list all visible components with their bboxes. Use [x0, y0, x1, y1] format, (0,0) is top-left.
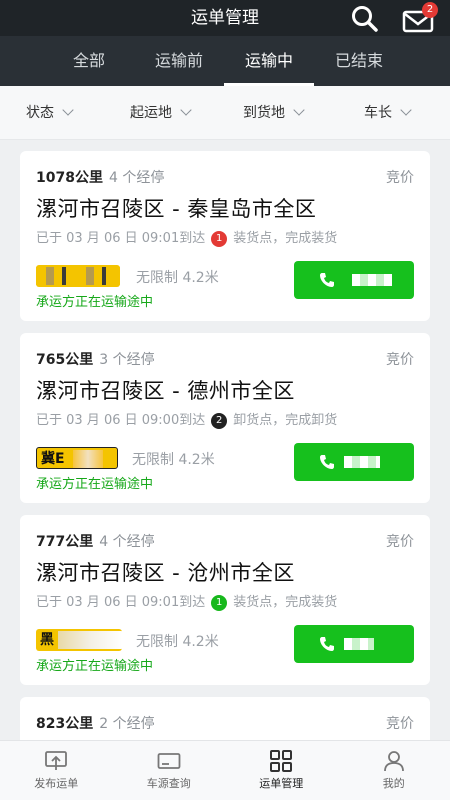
route: 漯河市召陵区 - 秦皇岛市全区	[36, 197, 317, 221]
search-button[interactable]	[350, 4, 380, 32]
distance: 1078公里	[36, 170, 103, 186]
phone-icon	[320, 637, 334, 651]
plate-mask	[58, 631, 122, 649]
status-tabs: 全部 运输前 运输中 已结束	[0, 36, 450, 86]
page-title: 运单管理	[191, 8, 259, 28]
nav-label: 发布运单	[34, 777, 79, 790]
phone-icon	[320, 273, 334, 287]
arrival-status: 已于 03 月 06 日 09:01到达 1 装货点，完成装货	[36, 227, 337, 248]
arrival-time: 已于 03 月 06 日 09:01到达	[36, 595, 206, 610]
order-card[interactable]: 777公里 4 个经停 竞价 漯河市召陵区 - 沧州市全区 已于 03 月 06 …	[20, 515, 430, 685]
distance: 823公里	[36, 716, 94, 732]
bottom-nav: 发布运单 车源查询 运单管理 我的	[0, 740, 450, 800]
order-summary: 1078公里 4 个经停	[36, 167, 164, 187]
bid-label: 竞价	[386, 534, 414, 550]
messages-button[interactable]: 2	[400, 2, 440, 34]
vehicle-info: 无限制 4.2米	[132, 452, 215, 468]
filter-bar: 状态 起运地 到货地 车长	[0, 86, 450, 140]
filter-status[interactable]: 状态	[26, 86, 74, 140]
bid-label: 竞价	[386, 716, 414, 732]
chevron-down-icon	[400, 104, 412, 116]
route: 漯河市召陵区 - 沧州市全区	[36, 561, 295, 585]
order-card[interactable]: 823公里 2 个经停 竞价	[20, 697, 430, 740]
vehicle-info: 无限制 4.2米	[136, 634, 219, 650]
call-carrier-button[interactable]	[294, 625, 414, 663]
filter-label: 车长	[364, 105, 392, 121]
filter-label: 状态	[26, 105, 54, 121]
plate-text: 黑	[40, 632, 54, 648]
license-plate: 冀E 5	[36, 447, 118, 469]
stops-count: 4 个经停	[99, 534, 155, 550]
stops-count: 4 个经停	[108, 170, 165, 186]
point-number-badge: 1	[211, 595, 228, 611]
tab-in-transport[interactable]: 运输中	[224, 36, 314, 86]
phone-icon	[320, 455, 334, 469]
order-card[interactable]: 1078公里 4 个经停 竞价 漯河市召陵区 - 秦皇岛市全区 已于 03 月 0…	[20, 151, 430, 321]
order-card[interactable]: 765公里 3 个经停 竞价 漯河市召陵区 - 德州市全区 已于 03 月 06 …	[20, 333, 430, 503]
app-header: 运单管理 2	[0, 0, 450, 36]
nav-label: 车源查询	[146, 777, 191, 790]
distance: 765公里	[36, 352, 94, 368]
carrier-status: 承运方正在运输途中	[36, 477, 154, 492]
nav-order-management[interactable]: 运单管理	[225, 741, 338, 800]
unread-badge: 2	[422, 2, 438, 18]
filter-label: 到货地	[243, 105, 285, 121]
point-number-badge: 2	[211, 413, 228, 429]
chevron-down-icon	[62, 104, 74, 116]
phone-number-mask	[344, 638, 374, 650]
distance: 777公里	[36, 534, 94, 550]
chevron-down-icon	[180, 104, 192, 116]
license-plate: 黑	[36, 629, 122, 651]
plate-mask	[73, 450, 103, 468]
filter-label: 起运地	[130, 105, 172, 121]
vehicle-search-icon	[157, 753, 181, 769]
filter-destination[interactable]: 到货地	[243, 86, 305, 140]
license-plate	[36, 265, 120, 287]
stops-count: 3 个经停	[99, 352, 155, 368]
point-status: 卸货点，完成卸货	[233, 413, 338, 428]
phone-number-mask	[344, 456, 380, 468]
point-status: 装货点，完成装货	[233, 595, 338, 610]
nav-profile[interactable]: 我的	[338, 741, 450, 800]
stops-count: 2 个经停	[99, 716, 155, 732]
arrival-status: 已于 03 月 06 日 09:01到达 1 装货点，完成装货	[36, 591, 337, 612]
tab-before-transport[interactable]: 运输前	[134, 36, 224, 86]
nav-vehicle-search[interactable]: 车源查询	[113, 741, 226, 800]
order-summary: 823公里 2 个经停	[36, 713, 155, 733]
tab-finished[interactable]: 已结束	[314, 36, 404, 86]
arrival-time: 已于 03 月 06 日 09:01到达	[36, 231, 206, 246]
search-icon	[352, 6, 378, 32]
grid-icon	[270, 750, 293, 772]
call-carrier-button[interactable]	[294, 261, 414, 299]
publish-icon	[45, 751, 68, 770]
arrival-status: 已于 03 月 06 日 09:00到达 2 卸货点，完成卸货	[36, 409, 337, 430]
filter-origin[interactable]: 起运地	[130, 86, 192, 140]
order-summary: 777公里 4 个经停	[36, 531, 155, 551]
chevron-down-icon	[293, 104, 305, 116]
nav-label: 我的	[382, 777, 405, 790]
bid-label: 竞价	[386, 170, 414, 186]
route: 漯河市召陵区 - 德州市全区	[36, 379, 295, 403]
nav-label: 运单管理	[259, 777, 304, 790]
vehicle-info: 无限制 4.2米	[136, 270, 219, 286]
call-carrier-button[interactable]	[294, 443, 414, 481]
tab-all[interactable]: 全部	[44, 36, 134, 86]
user-icon	[383, 751, 404, 772]
nav-publish-order[interactable]: 发布运单	[0, 741, 113, 800]
order-list: 1078公里 4 个经停 竞价 漯河市召陵区 - 秦皇岛市全区 已于 03 月 0…	[0, 140, 450, 740]
point-number-badge: 1	[211, 231, 228, 247]
point-status: 装货点，完成装货	[233, 231, 338, 246]
plate-mask	[36, 267, 120, 285]
order-summary: 765公里 3 个经停	[36, 349, 155, 369]
filter-vehicle-length[interactable]: 车长	[364, 86, 412, 140]
carrier-status: 承运方正在运输途中	[36, 295, 154, 310]
carrier-status: 承运方正在运输途中	[36, 659, 154, 674]
bid-label: 竞价	[386, 352, 414, 368]
phone-number-mask	[352, 274, 392, 286]
arrival-time: 已于 03 月 06 日 09:00到达	[36, 413, 206, 428]
